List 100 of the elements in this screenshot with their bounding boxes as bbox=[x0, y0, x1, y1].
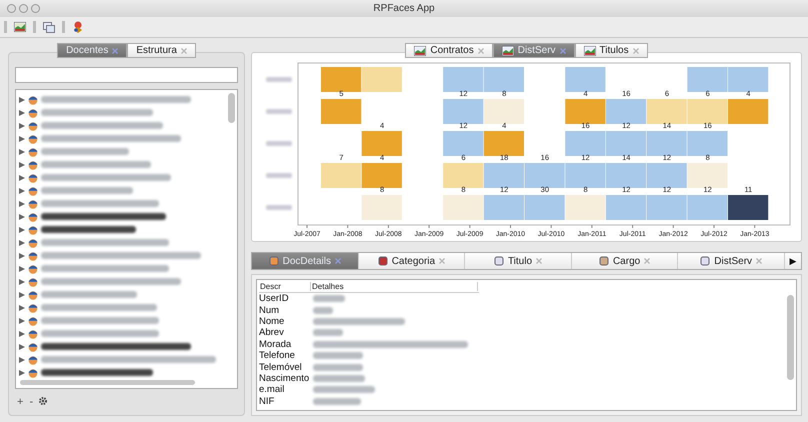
chart-icon bbox=[502, 46, 514, 56]
add-button[interactable]: + bbox=[17, 396, 24, 408]
column-header: Descr bbox=[259, 282, 311, 291]
field-label: Telemóvel bbox=[259, 362, 303, 373]
blurred-value bbox=[313, 374, 365, 382]
chart-icon[interactable] bbox=[11, 19, 29, 35]
tab-icon bbox=[700, 256, 710, 266]
expand-icon[interactable] bbox=[19, 278, 25, 284]
blurred-label bbox=[266, 109, 292, 114]
close-icon[interactable] bbox=[439, 258, 446, 264]
detail-tab[interactable]: Cargo bbox=[572, 253, 678, 269]
scroll-thumb[interactable] bbox=[20, 380, 195, 385]
detail-tab[interactable]: DistServ bbox=[678, 253, 785, 269]
chart-icon bbox=[584, 46, 596, 56]
detail-tab[interactable]: Categoria bbox=[358, 253, 466, 269]
copy-icon[interactable] bbox=[40, 19, 58, 35]
person-icon bbox=[28, 160, 38, 170]
person-icon bbox=[28, 302, 38, 312]
blurred-value bbox=[313, 295, 345, 302]
expand-icon[interactable] bbox=[19, 356, 25, 362]
person-icon bbox=[28, 198, 38, 208]
expand-icon[interactable] bbox=[19, 200, 25, 206]
blurred-name[interactable] bbox=[41, 369, 153, 376]
field-label: UserID bbox=[259, 293, 290, 304]
expand-icon[interactable] bbox=[19, 304, 25, 310]
expand-icon[interactable] bbox=[19, 226, 25, 232]
tab-icon bbox=[378, 256, 388, 266]
scroll-thumb[interactable] bbox=[228, 93, 235, 123]
detail-tab[interactable]: Titulo bbox=[465, 253, 572, 269]
blurred-name[interactable] bbox=[41, 343, 191, 350]
close-icon[interactable] bbox=[536, 258, 542, 264]
blurred-value bbox=[313, 329, 343, 336]
chart-icon bbox=[414, 46, 426, 56]
person-icon bbox=[28, 134, 38, 144]
expand-icon[interactable] bbox=[19, 214, 25, 220]
expand-icon[interactable] bbox=[19, 136, 25, 142]
close-icon[interactable] bbox=[180, 48, 187, 54]
blurred-value bbox=[313, 306, 333, 314]
person-icon bbox=[28, 250, 38, 260]
close-icon[interactable] bbox=[560, 48, 566, 54]
expand-icon[interactable] bbox=[19, 110, 25, 116]
blurred-label bbox=[266, 173, 292, 178]
expand-icon[interactable] bbox=[19, 266, 25, 272]
expand-icon[interactable] bbox=[19, 148, 25, 154]
person-icon bbox=[28, 328, 38, 338]
person-icon bbox=[28, 94, 38, 104]
search-field[interactable] bbox=[15, 67, 238, 83]
field-label: NIF bbox=[259, 396, 276, 407]
expand-icon[interactable] bbox=[19, 318, 25, 324]
expand-icon[interactable] bbox=[19, 162, 25, 168]
person-icon bbox=[28, 120, 38, 130]
expand-icon[interactable] bbox=[19, 370, 25, 376]
field-label: Num bbox=[259, 304, 280, 316]
blurred-value bbox=[313, 398, 361, 405]
person-icon bbox=[28, 290, 38, 300]
chart-tab[interactable]: Contratos bbox=[405, 43, 493, 58]
column-header: Detalhes bbox=[311, 282, 478, 291]
tab-icon bbox=[494, 256, 504, 266]
field-label: e.mail bbox=[259, 384, 286, 396]
person-icon bbox=[28, 264, 38, 274]
field-label: Telefone bbox=[259, 350, 296, 362]
person-icon bbox=[28, 212, 38, 222]
window-title: RPFaces App bbox=[373, 3, 435, 14]
expand-icon[interactable] bbox=[19, 188, 25, 194]
close-icon[interactable] bbox=[334, 258, 341, 264]
field-label: Nascimento bbox=[259, 372, 310, 384]
person-icon bbox=[28, 186, 38, 196]
close-icon[interactable] bbox=[632, 48, 639, 54]
more-tabs-button[interactable]: ▶ bbox=[784, 253, 801, 269]
person-icon bbox=[28, 368, 38, 378]
expand-icon[interactable] bbox=[19, 330, 25, 336]
chart-tab[interactable]: Titulos bbox=[574, 43, 648, 58]
remove-button[interactable]: - bbox=[29, 396, 34, 408]
expand-icon[interactable] bbox=[19, 292, 25, 298]
expand-icon[interactable] bbox=[19, 122, 25, 128]
close-icon[interactable] bbox=[644, 258, 650, 264]
close-icon[interactable] bbox=[112, 48, 118, 54]
blurred-name[interactable] bbox=[41, 226, 136, 233]
tab-icon bbox=[268, 256, 279, 266]
expand-icon[interactable] bbox=[19, 174, 25, 180]
expand-icon[interactable] bbox=[19, 252, 25, 258]
blurred-label bbox=[266, 77, 292, 82]
field-label: Abrev bbox=[259, 327, 285, 338]
expand-icon[interactable] bbox=[19, 96, 25, 102]
person-icon bbox=[28, 316, 38, 326]
blurred-value bbox=[313, 386, 375, 394]
person-icon bbox=[28, 172, 38, 182]
person-icon bbox=[28, 354, 38, 364]
person-icon bbox=[28, 238, 38, 248]
expand-icon[interactable] bbox=[19, 240, 25, 246]
settings-icon[interactable] bbox=[39, 396, 48, 408]
close-icon[interactable] bbox=[756, 258, 762, 264]
tab-icon bbox=[598, 256, 609, 266]
scroll-thumb[interactable] bbox=[787, 295, 794, 380]
blurred-value bbox=[313, 352, 363, 360]
blurred-name[interactable] bbox=[41, 213, 166, 220]
field-label: Morada bbox=[259, 338, 292, 350]
panel-tab[interactable]: Estrutura bbox=[127, 43, 196, 58]
close-icon[interactable] bbox=[478, 48, 484, 54]
expand-icon[interactable] bbox=[19, 344, 25, 350]
